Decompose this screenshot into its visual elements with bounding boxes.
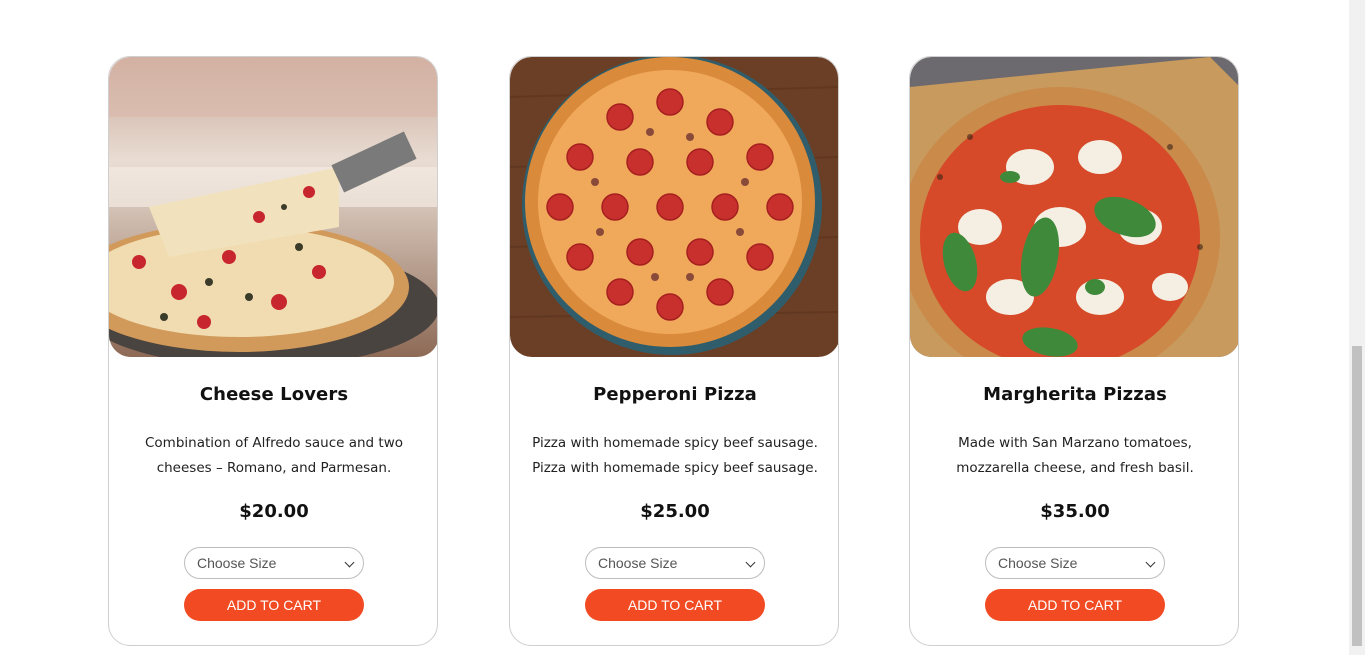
chevron-down-icon: [1145, 557, 1156, 568]
size-select[interactable]: Choose Size: [985, 547, 1165, 579]
scrollbar-thumb[interactable]: [1352, 346, 1362, 646]
margherita-pizza-photo[interactable]: [910, 57, 1238, 357]
product-card: Margherita Pizzas Made with San Marzano …: [909, 56, 1239, 646]
product-title: Margherita Pizzas: [983, 384, 1167, 405]
product-title: Cheese Lovers: [199, 384, 349, 405]
product-card: Pepperoni Pizza Pizza with homemade spic…: [509, 56, 839, 646]
product-card: Cheese Lovers Combination of Alfredo sau…: [108, 56, 438, 646]
product-price: $20.00: [239, 501, 309, 522]
vertical-scrollbar[interactable]: [1349, 0, 1365, 655]
product-description: Pizza with homemade spicy beef sausage. …: [532, 435, 818, 476]
size-select-value: Choose Size: [197, 555, 277, 571]
add-to-cart-button[interactable]: ADD TO CART: [985, 589, 1165, 621]
add-to-cart-button[interactable]: ADD TO CART: [184, 589, 364, 621]
pepperoni-pizza-photo[interactable]: [510, 57, 838, 357]
product-price: $35.00: [1040, 501, 1110, 522]
product-price: $25.00: [640, 501, 710, 522]
size-select-value: Choose Size: [598, 555, 678, 571]
size-select[interactable]: Choose Size: [184, 547, 364, 579]
chevron-down-icon: [344, 557, 355, 568]
product-description: Combination of Alfredo sauce and two che…: [144, 435, 404, 476]
size-select-value: Choose Size: [998, 555, 1078, 571]
product-description: Made with San Marzano tomatoes, mozzarel…: [956, 435, 1194, 476]
cheese-pizza-photo[interactable]: [109, 57, 437, 357]
add-to-cart-button[interactable]: ADD TO CART: [585, 589, 765, 621]
product-title: Pepperoni Pizza: [593, 384, 757, 405]
chevron-down-icon: [745, 557, 756, 568]
size-select[interactable]: Choose Size: [585, 547, 765, 579]
